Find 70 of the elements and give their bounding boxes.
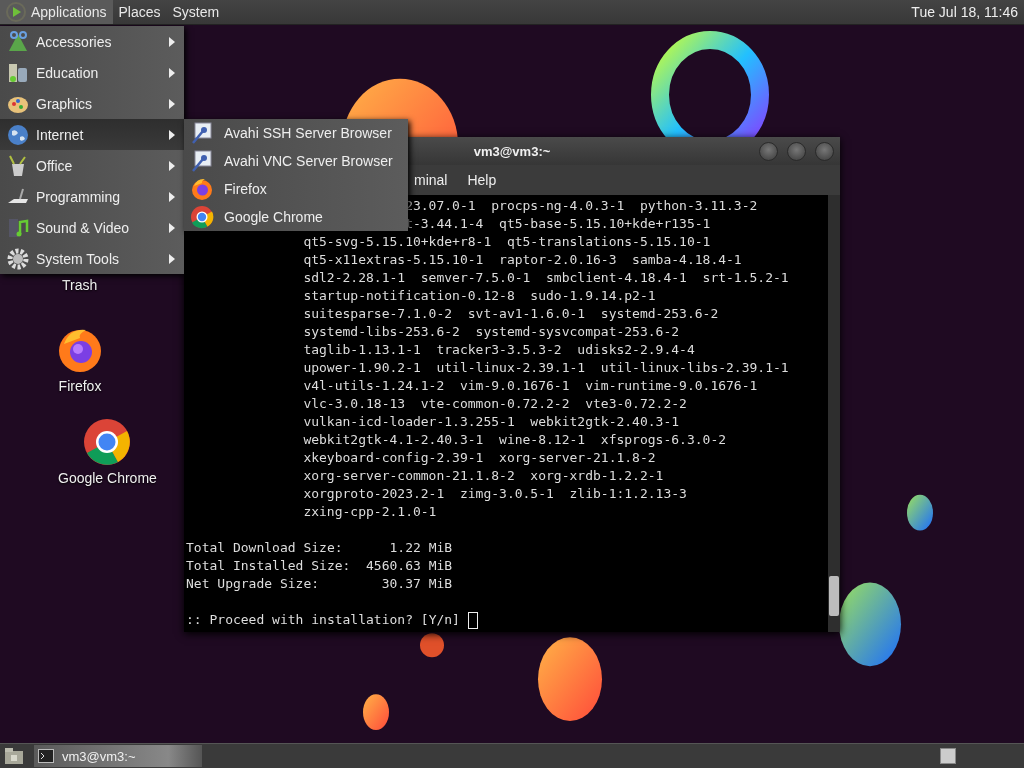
- menu-item[interactable]: Firefox: [184, 175, 408, 203]
- terminal-prompt: :: Proceed with installation? [Y/n]: [186, 611, 460, 629]
- terminal-line: suitesparse-7.1.0-2 svt-av1-1.6.0-1 systemd-253.6-2: [303, 305, 719, 323]
- microphone-icon: [190, 121, 214, 145]
- menu-item[interactable]: minal: [414, 172, 448, 188]
- menu-item[interactable]: Avahi VNC Server Browser: [184, 147, 408, 175]
- panel-menu[interactable]: Applications: [0, 0, 113, 24]
- arrow-icon: [168, 252, 176, 265]
- globe-icon: [6, 122, 30, 147]
- terminal-line: zxing-cpp-2.1.0-1: [303, 503, 437, 521]
- browser-icon: [190, 205, 214, 229]
- terminal-line: Total Download Size: 1.22 MiB: [186, 539, 453, 557]
- microphone-icon: [190, 149, 214, 173]
- text-cursor: [467, 611, 478, 629]
- terminal-line: upower-1.90.2-1 util-linux-2.39.1-1 util-linux-libs-2.39.1-1: [303, 359, 789, 377]
- fox-icon: [190, 177, 214, 201]
- menu-item[interactable]: Office: [0, 150, 184, 181]
- terminal-line: 23.07.0-1 procps-ng-4.0.3-1 python-3.11.3-2: [405, 197, 758, 215]
- terminal-line: taglib-1.13.1-1 tracker3-3.5.3-2 udisks2-2.9.4-4: [303, 341, 695, 359]
- terminal-line: xkeyboard-config-2.39-1 xorg-server-21.1.8-2: [303, 449, 656, 467]
- taskbar-button[interactable]: vm3@vm3:~: [34, 745, 202, 767]
- menu-item[interactable]: Graphics: [0, 88, 184, 119]
- arrow-icon: [168, 66, 176, 79]
- menu-item[interactable]: Programming: [0, 181, 184, 212]
- terminal-line: v4l-utils-1.24.1-2 vim-9.0.1676-1 vim-runtime-9.0.1676-1: [303, 377, 758, 395]
- menu-item[interactable]: Help: [467, 172, 497, 188]
- maximize-button[interactable]: [787, 142, 806, 161]
- menu-item[interactable]: Accessories: [0, 26, 184, 57]
- menu-item[interactable]: Google Chrome: [184, 203, 408, 231]
- menu-item[interactable]: Internet: [0, 119, 184, 150]
- gear-icon: [6, 246, 30, 271]
- terminal-line: startup-notification-0.12-8 sudo-1.9.14.p2-1: [303, 287, 656, 305]
- panel-menu[interactable]: Places: [112, 0, 167, 24]
- terminal-line: Total Installed Size: 4560.63 MiB: [186, 557, 453, 575]
- tools-icon: [6, 29, 30, 54]
- menu-item[interactable]: Education: [0, 57, 184, 88]
- terminal-icon: [38, 749, 54, 763]
- terminal-line: vulkan-icd-loader-1.3.255-1 webkit2gtk-2.40.3-1: [303, 413, 680, 431]
- arrow-icon: [168, 190, 176, 203]
- menu-item[interactable]: Sound & Video: [0, 212, 184, 243]
- close-button[interactable]: [815, 142, 834, 161]
- window-title: vm3@vm3:~: [473, 143, 551, 159]
- terminal-line: sdl2-2.28.1-1 semver-7.5.0-1 smbclient-4.18.4-1 srt-1.5.2-1: [303, 269, 789, 287]
- menu-item[interactable]: Avahi SSH Server Browser: [184, 119, 408, 147]
- arrow-icon: [168, 128, 176, 141]
- menu-item[interactable]: System Tools: [0, 243, 184, 274]
- terminal-line: t-3.44.1-4 qt5-base-5.15.10+kde+r135-1: [405, 215, 711, 233]
- arrow-icon: [168, 159, 176, 172]
- terminal-line: Net Upgrade Size: 30.37 MiB: [186, 575, 453, 593]
- desktop-icon[interactable]: Firefox: [56, 326, 104, 394]
- terminal-line: xorg-server-common-21.1.8-2 xorg-xrdb-1.2.2-1: [303, 467, 664, 485]
- desktop-icon[interactable]: Google Chrome: [58, 418, 157, 486]
- terminal-line: qt5-x11extras-5.15.10-1 raptor-2.0.16-3 samba-4.18.4-1: [303, 251, 742, 269]
- arrow-icon: [168, 97, 176, 110]
- browser-icon: [83, 418, 132, 466]
- workspace-switcher[interactable]: [940, 748, 956, 764]
- terminal-line: qt5-svg-5.15.10+kde+r8-1 qt5-translations-5.15.10-1: [303, 233, 711, 251]
- terminal-line: systemd-libs-253.6-2 systemd-sysvcompat-253.6-2: [303, 323, 680, 341]
- panel-menu[interactable]: System: [166, 0, 226, 24]
- terminal-line: webkit2gtk-4.1-2.40.3-1 wine-8.12-1 xfsprogs-6.3.0-2: [303, 431, 727, 449]
- desktop-icon[interactable]: Trash: [62, 277, 98, 293]
- scrollbar-thumb[interactable]: [829, 576, 839, 616]
- terminal-line: xorgproto-2023.2-1 zimg-3.0.5-1 zlib-1:1.2.13-3: [303, 485, 687, 503]
- arrow-icon: [168, 221, 176, 234]
- minimize-button[interactable]: [759, 142, 778, 161]
- arrow-icon: [168, 35, 176, 48]
- scrollbar[interactable]: [828, 195, 840, 632]
- terminal-line: vlc-3.0.18-13 vte-common-0.72.2-2 vte3-0.72.2-2: [303, 395, 687, 413]
- logo-icon: [6, 2, 26, 22]
- clock[interactable]: Tue Jul 18, 11:46: [905, 4, 1024, 20]
